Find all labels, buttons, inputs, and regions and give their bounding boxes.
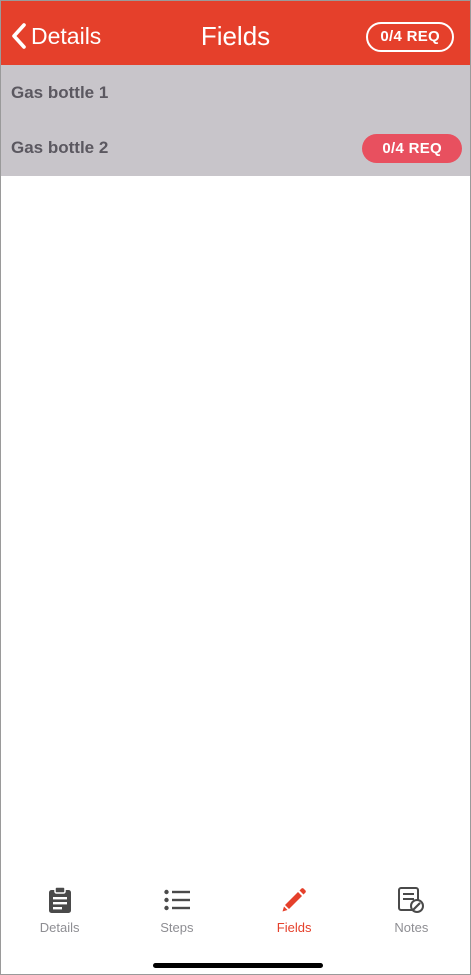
nav-header: Details Fields 0/4 REQ — [1, 1, 470, 65]
tab-label: Steps — [160, 920, 194, 935]
tab-fields[interactable]: Fields — [236, 874, 353, 974]
field-row-gas-bottle-2[interactable]: Gas bottle 2 0/4 REQ — [1, 120, 470, 176]
tab-details[interactable]: Details — [1, 874, 118, 974]
app-frame: Details Fields 0/4 REQ Gas bottle 1 Gas … — [0, 0, 471, 975]
field-row-label: Gas bottle 1 — [11, 82, 109, 102]
tab-label: Details — [39, 920, 80, 935]
tab-label: Fields — [276, 920, 312, 935]
tab-bar: Details Steps Fields Notes — [1, 874, 470, 974]
notes-icon — [397, 886, 425, 914]
tab-label: Notes — [394, 920, 429, 935]
tab-notes[interactable]: Notes — [353, 874, 470, 974]
back-label: Details — [31, 23, 102, 49]
fields-list: Gas bottle 1 Gas bottle 2 0/4 REQ — [1, 65, 470, 176]
clipboard-icon — [46, 886, 74, 914]
tab-steps[interactable]: Steps — [118, 874, 235, 974]
pencil-icon — [280, 886, 308, 914]
home-indicator[interactable] — [153, 963, 323, 968]
required-count-badge: 0/4 REQ — [362, 133, 462, 163]
field-row-label: Gas bottle 2 — [11, 138, 109, 157]
chevron-left-icon — [11, 22, 27, 50]
required-count-badge[interactable]: 0/4 REQ — [366, 22, 454, 52]
field-row-gas-bottle-1[interactable]: Gas bottle 1 — [1, 65, 470, 120]
back-button[interactable]: Details — [11, 19, 101, 53]
list-icon — [163, 886, 191, 914]
